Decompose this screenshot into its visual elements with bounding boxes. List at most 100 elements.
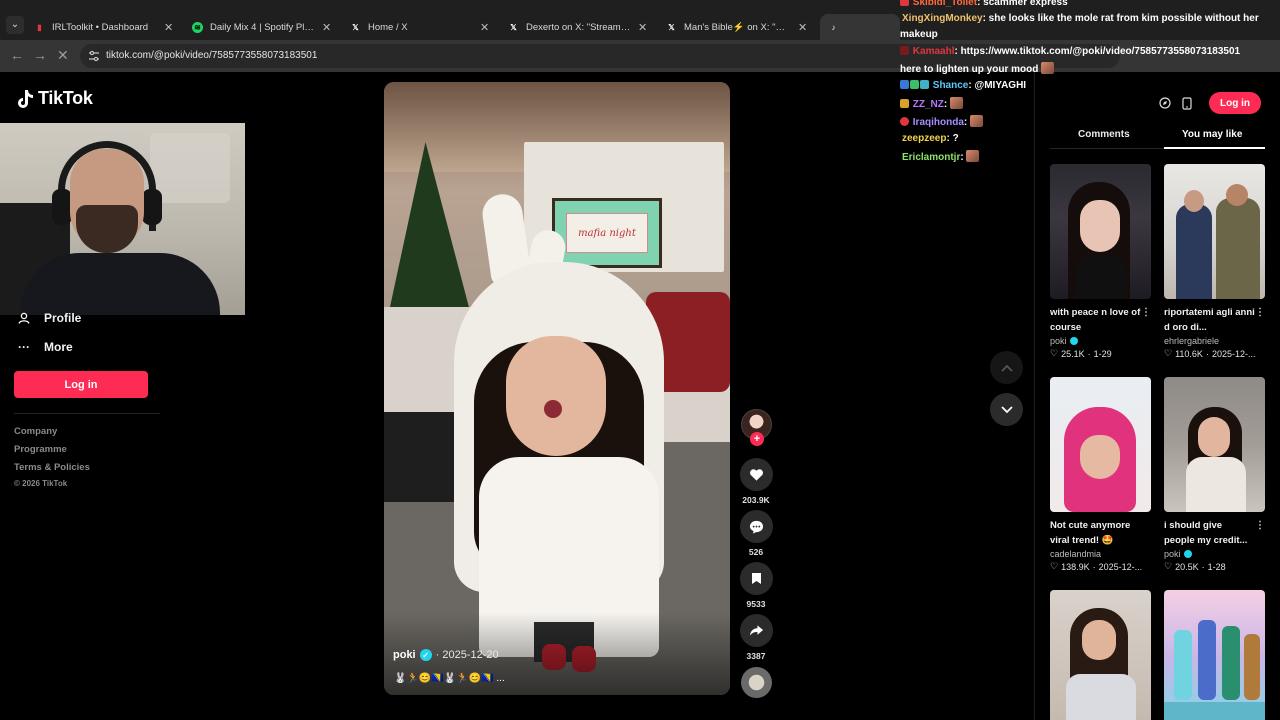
- recommended-video-card[interactable]: Not cute anymore viral trend! 🤩 cadeland…: [1050, 377, 1151, 572]
- tiktok-logo-text: TikTok: [38, 88, 93, 108]
- share-arrow-icon: [749, 625, 764, 636]
- video-thumbnail[interactable]: [1050, 590, 1151, 720]
- card-title: riportatemi agli anni d oro di... ⋮: [1164, 305, 1265, 333]
- video-author[interactable]: poki ✓ · 2025-12-20: [393, 649, 499, 661]
- tab-close-icon[interactable]: ✕: [164, 21, 174, 34]
- tiktok-logo[interactable]: TikTok: [16, 88, 93, 109]
- next-video-button[interactable]: [990, 393, 1023, 426]
- share-button[interactable]: [740, 614, 773, 647]
- right-panel-divider: [1034, 72, 1035, 720]
- verified-badge-icon: [1069, 337, 1078, 345]
- recommended-video-card[interactable]: [1050, 590, 1151, 720]
- browser-tab-x-home[interactable]: 𝕏 Home / X ✕: [342, 14, 498, 40]
- sidebar-item-profile[interactable]: Profile: [18, 311, 81, 325]
- card-author[interactable]: ehrlergabriele: [1164, 336, 1265, 346]
- video-thumbnail[interactable]: [1050, 377, 1151, 512]
- chat-badge-icon: [920, 80, 929, 89]
- footer-link-terms[interactable]: Terms & Policies: [14, 462, 90, 473]
- sidebar-item-more[interactable]: ··· More: [18, 340, 73, 354]
- chat-emote-icon: [950, 97, 964, 109]
- copyright-text: © 2026 TikTok: [14, 479, 68, 488]
- video-player[interactable]: mafia night poki ✓ · 2025-12-20 🐰🏃😊🇧🇦🐰🏃😊…: [384, 82, 730, 695]
- chat-username: Iraqihonda: [912, 117, 964, 128]
- more-options-icon[interactable]: ⋮: [1255, 518, 1265, 533]
- chat-badge-icon: [900, 46, 909, 55]
- browser-tab-irltoolkit[interactable]: ▮ IRLToolkit • Dashboard ✕: [26, 14, 182, 40]
- video-thumbnail[interactable]: [1164, 164, 1265, 299]
- share-count: 3387: [746, 651, 766, 661]
- chat-username: Shance: [932, 80, 969, 91]
- login-button[interactable]: Log in: [14, 371, 148, 398]
- stop-loading-icon[interactable]: ✕: [57, 48, 69, 62]
- save-button[interactable]: [740, 562, 773, 595]
- more-dots-icon: ···: [18, 340, 30, 354]
- get-app-phone-icon[interactable]: [1177, 93, 1197, 113]
- card-author[interactable]: poki: [1050, 336, 1151, 346]
- chat-message: Iraqihonda:: [900, 115, 984, 128]
- browser-tab-mans-bible[interactable]: 𝕏 Man's Bible⚡ on X: "P*RN add ✕: [658, 14, 816, 40]
- follow-plus-icon[interactable]: +: [750, 432, 764, 446]
- heart-outline-icon: ♡: [1050, 561, 1059, 571]
- recommended-video-card[interactable]: riportatemi agli anni d oro di... ⋮ ehrl…: [1164, 164, 1265, 359]
- chat-username: Kamaahl: [912, 46, 955, 57]
- explore-compass-icon[interactable]: [1155, 93, 1175, 113]
- chat-username: Skibidi_Toilet: [912, 0, 978, 8]
- comment-count: 526: [748, 547, 764, 557]
- tab-you-may-like[interactable]: You may like: [1182, 129, 1242, 140]
- site-settings-icon[interactable]: [88, 50, 100, 62]
- tab-close-icon[interactable]: ✕: [480, 21, 490, 34]
- x-favicon-icon: 𝕏: [352, 22, 359, 32]
- comment-button[interactable]: [740, 510, 773, 543]
- card-author[interactable]: poki: [1164, 549, 1265, 559]
- forward-arrow-icon[interactable]: →: [33, 48, 47, 62]
- url-text: tiktok.com/@poki/video/75857735580731835…: [106, 50, 318, 61]
- video-date: · 2025-12-20: [435, 649, 499, 661]
- browser-tab-dexerto[interactable]: 𝕏 Dexerto on X: "Streamers Kyedae ✕: [500, 14, 656, 40]
- back-arrow-icon[interactable]: ←: [10, 48, 24, 62]
- recommended-video-card[interactable]: i should give people my credit... ⋮ poki…: [1164, 377, 1265, 572]
- browser-tab-tiktok-active[interactable]: ♪: [820, 14, 900, 40]
- card-title: Not cute anymore viral trend! 🤩: [1050, 520, 1131, 546]
- more-options-icon[interactable]: ⋮: [1255, 305, 1265, 320]
- footer-link-programme[interactable]: Programme: [14, 444, 67, 455]
- header-login-button[interactable]: Log in: [1209, 92, 1261, 114]
- tv-screen: mafia night: [552, 198, 662, 268]
- card-author[interactable]: cadelandmia: [1050, 549, 1151, 559]
- music-disc-icon[interactable]: [741, 667, 772, 698]
- tab-search-button[interactable]: ⌄: [6, 16, 24, 34]
- video-thumbnail[interactable]: [1164, 590, 1265, 720]
- tab-close-icon[interactable]: ✕: [798, 21, 808, 34]
- chat-badge-icon: [900, 117, 909, 126]
- video-caption: 🐰🏃😊🇧🇦🐰🏃😊🇧🇦 ...: [394, 673, 505, 684]
- spotify-favicon-icon: ≋: [192, 21, 203, 33]
- tab-close-icon[interactable]: ✕: [322, 21, 332, 34]
- chat-message: Shance: @MIYAGHI: [900, 80, 1026, 91]
- more-options-icon[interactable]: ⋮: [1141, 305, 1151, 320]
- like-button[interactable]: [740, 458, 773, 491]
- footer-link-company[interactable]: Company: [14, 426, 57, 437]
- tiktok-favicon-icon: ♪: [831, 22, 836, 32]
- tv-screen-text: mafia night: [566, 213, 648, 253]
- card-stats: ♡ 25.1K · 1-29: [1050, 348, 1112, 359]
- recommended-video-card[interactable]: [1164, 590, 1265, 720]
- previous-video-button[interactable]: [990, 351, 1023, 384]
- chat-username: Ericlamontjr: [902, 152, 961, 163]
- tab-close-icon[interactable]: ✕: [638, 21, 648, 34]
- tab-title: Dexerto on X: "Streamers Kyedae: [526, 21, 631, 33]
- heart-outline-icon: ♡: [1164, 348, 1173, 358]
- active-tab-indicator: [1164, 147, 1265, 149]
- video-thumbnail[interactable]: [1164, 377, 1265, 512]
- irltoolkit-favicon-icon: ▮: [37, 22, 42, 32]
- tab-title: Man's Bible⚡ on X: "P*RN add: [684, 21, 791, 33]
- card-title: i should give people my credit... ⋮: [1164, 518, 1265, 546]
- sidebar-item-label: Profile: [44, 311, 82, 325]
- recommended-video-card[interactable]: with peace n love of course ⋮ poki ♡ 25.…: [1050, 164, 1151, 359]
- chat-badge-icon: [910, 80, 919, 89]
- chat-message: Kamaahl: https://www.tiktok.com/@poki/vi…: [900, 46, 1240, 57]
- screen: { "browser": { "tabs": [ {"title": "IRLT…: [0, 0, 1280, 720]
- video-thumbnail[interactable]: [1050, 164, 1151, 299]
- tab-comments[interactable]: Comments: [1078, 129, 1130, 140]
- browser-tab-spotify[interactable]: ≋ Daily Mix 4 | Spotify Playlist ✕: [184, 14, 340, 40]
- card-stats: ♡ 110.6K · 2025-12-...: [1164, 348, 1256, 359]
- chat-username: zeepzeep: [902, 133, 947, 144]
